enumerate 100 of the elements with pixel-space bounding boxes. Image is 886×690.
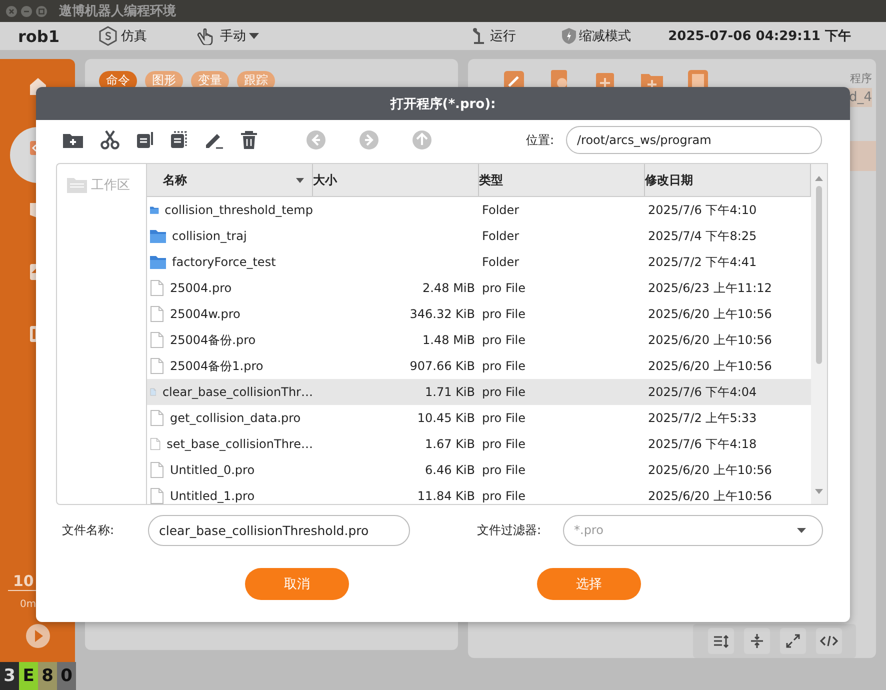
file-row[interactable]: Untitled_1.pro 11.84 KiB pro File 2025/6/20 上午10:56 (147, 483, 811, 504)
file-icon (150, 410, 164, 426)
file-row[interactable]: 25004备份.pro 1.48 MiB pro File 2025/6/20 上午10:56 (147, 327, 811, 353)
file-row[interactable]: collision_threshold_temp Folder 2025/7/6 下午4:10 (147, 197, 811, 223)
date-time: 2025-07-06 04:29:11 下午 (668, 28, 851, 45)
delete-icon[interactable] (240, 131, 258, 149)
file-type: pro File (482, 437, 526, 451)
simulation-button[interactable]: 仿真 (98, 26, 147, 46)
status-cell: 3 (0, 662, 19, 690)
column-header[interactable]: 类型 (479, 164, 645, 196)
location-label: 位置: (526, 132, 554, 148)
file-name: 25004w.pro (170, 307, 240, 321)
filter-label: 文件过滤器: (477, 522, 542, 538)
file-date: 2025/6/20 上午10:56 (648, 358, 772, 372)
folder-icon (67, 177, 87, 193)
status-cell: 8 (38, 662, 57, 690)
folder-icon (150, 255, 166, 269)
file-name: set_base_collisionThre… (166, 437, 313, 451)
copy-icon[interactable] (136, 131, 154, 149)
status-cell: 0 (57, 662, 76, 690)
file-row[interactable]: factoryForce_test Folder 2025/7/2 下午4:41 (147, 249, 811, 275)
folder-icon (150, 229, 166, 243)
file-size: 907.66 KiB (410, 359, 475, 373)
shield-icon (562, 28, 576, 44)
file-name: Untitled_1.pro (170, 489, 255, 503)
speed-value: 10 (13, 572, 34, 590)
file-icon (150, 332, 164, 348)
file-date: 2025/7/6 下午4:18 (648, 436, 757, 450)
robot-arm-icon (471, 27, 487, 45)
window-title: 遨博机器人编程环境 (59, 2, 176, 20)
file-type: pro File (482, 281, 526, 295)
file-icon (150, 280, 164, 296)
code-icon[interactable] (816, 628, 842, 654)
file-icon (150, 358, 164, 374)
speed-unit: 0m (20, 599, 36, 610)
file-date: 2025/7/6 下午4:04 (648, 384, 757, 398)
run-status: 运行 (471, 27, 516, 45)
collapse-icon[interactable] (744, 628, 770, 654)
program-label: 程序 (850, 71, 872, 86)
column-header[interactable]: 大小 (313, 164, 479, 196)
file-type: pro File (482, 333, 526, 347)
file-date: 2025/6/20 上午10:56 (648, 332, 772, 346)
file-date: 2025/7/6 下午4:10 (648, 202, 757, 216)
file-size: 1.71 KiB (425, 385, 475, 399)
file-date: 2025/6/23 上午11:12 (648, 280, 772, 294)
file-name: 25004备份.pro (170, 332, 256, 348)
file-icon (150, 436, 161, 452)
filename-field[interactable]: clear_base_collisionThreshold.pro (148, 514, 410, 546)
file-date: 2025/6/20 上午10:56 (648, 462, 772, 476)
file-name: collision_threshold_temp (164, 203, 313, 217)
file-row[interactable]: Untitled_0.pro 6.46 KiB pro File 2025/6/20 上午10:56 (147, 457, 811, 483)
file-type: pro File (482, 411, 526, 425)
file-name: collision_traj (172, 229, 247, 243)
file-type: pro File (482, 385, 526, 399)
file-name: 25004.pro (170, 281, 232, 295)
file-row[interactable]: 25004.pro 2.48 MiB pro File 2025/6/23 上午11:12 (147, 275, 811, 301)
manual-dropdown[interactable]: 手动 (197, 27, 259, 45)
edit-icon[interactable] (204, 131, 224, 149)
file-icon (150, 462, 164, 478)
file-date: 2025/6/20 上午10:56 (648, 306, 772, 320)
file-size: 2.48 MiB (422, 281, 475, 295)
filename-label: 文件名称: (62, 522, 116, 538)
file-type: Folder (482, 203, 520, 217)
file-name: clear_base_collisionThr… (162, 385, 313, 399)
file-row[interactable]: collision_traj Folder 2025/7/4 下午8:25 (147, 223, 811, 249)
cut-icon[interactable] (100, 130, 120, 150)
file-row[interactable]: set_base_collisionThre… 1.67 KiB pro File 2025/7/6 下午4:18 (147, 431, 811, 457)
file-type: pro File (482, 463, 526, 477)
file-date: 2025/6/20 上午10:56 (648, 488, 772, 502)
sort-lines-icon[interactable] (708, 628, 734, 654)
file-size: 10.45 KiB (417, 411, 475, 425)
status-cell: E (19, 662, 38, 690)
file-row[interactable]: 25004w.pro 346.32 KiB pro File 2025/6/20 上午10:56 (147, 301, 811, 327)
column-header[interactable]: 名称 (147, 164, 313, 196)
caret-icon (249, 33, 259, 39)
file-type: Folder (482, 229, 520, 243)
file-name: factoryForce_test (172, 255, 276, 269)
file-name: Untitled_0.pro (170, 463, 255, 477)
file-date: 2025/7/2 上午5:33 (648, 410, 757, 424)
play-icon[interactable] (26, 624, 50, 648)
file-size: 1.48 MiB (422, 333, 475, 347)
expand-icon[interactable] (780, 628, 806, 654)
paste-icon[interactable] (170, 131, 188, 149)
file-type: pro File (482, 307, 526, 321)
file-row[interactable]: 25004备份1.pro 907.66 KiB pro File 2025/6/20 上午10:56 (147, 353, 811, 379)
file-type: pro File (482, 359, 526, 373)
file-size: 346.32 KiB (410, 307, 475, 321)
file-size: 11.84 KiB (417, 489, 475, 503)
file-name: get_collision_data.pro (170, 411, 301, 425)
file-size: 6.46 KiB (425, 463, 475, 477)
file-row[interactable]: clear_base_collisionThr… 1.71 KiB pro File 2025/7/6 下午4:04 (147, 379, 811, 405)
file-date: 2025/7/2 下午4:41 (648, 254, 757, 268)
robot-name: rob1 (18, 26, 60, 46)
location-field[interactable]: /root/arcs_ws/program (566, 126, 822, 154)
file-size: 1.67 KiB (425, 437, 475, 451)
new-folder-icon[interactable] (62, 131, 84, 149)
reduced-mode-status: 缩减模式 (562, 27, 631, 45)
caret-icon (797, 528, 806, 532)
file-row[interactable]: get_collision_data.pro 10.45 KiB pro File 2025/7/2 上午5:33 (147, 405, 811, 431)
file-type: Folder (482, 255, 520, 269)
